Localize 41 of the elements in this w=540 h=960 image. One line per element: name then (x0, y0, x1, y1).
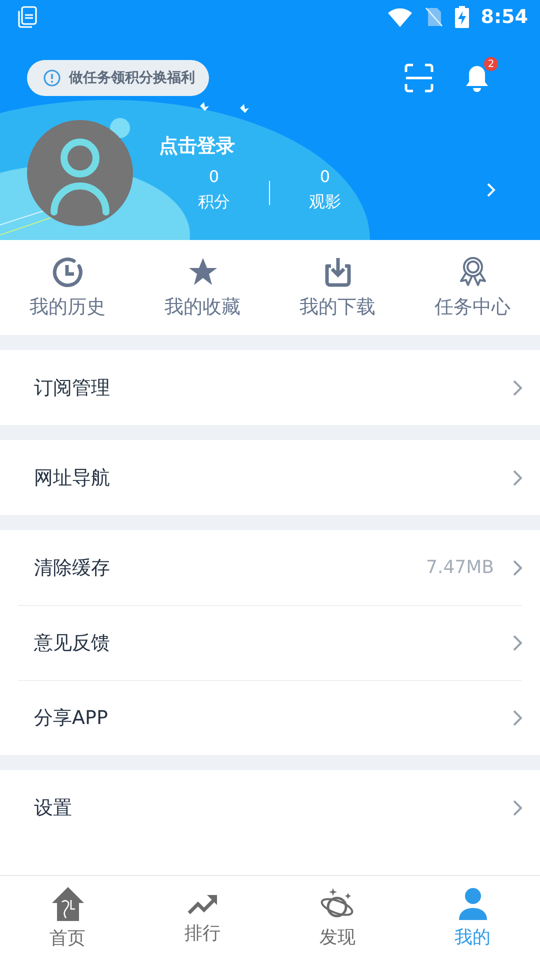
chevron-right-icon (512, 468, 522, 486)
chevron-right-icon (512, 709, 522, 727)
menu-label: 清除缓存 (34, 556, 111, 580)
chevron-right-icon (512, 798, 522, 816)
shortcut-button[interactable]: 我的下载 (270, 240, 405, 335)
shortcut-button[interactable]: 我的历史 (0, 240, 135, 335)
nav-tab[interactable]: 我的 (405, 876, 540, 960)
chevron-right-icon (512, 558, 522, 576)
notification-badge: 2 (484, 57, 498, 71)
menu-label: 订阅管理 (34, 376, 111, 400)
menu-label: 分享APP (34, 706, 109, 731)
battery-charging-icon (454, 6, 469, 28)
stat-value: 0 (320, 167, 330, 186)
menu-value: 7.47MB (426, 557, 494, 578)
shortcut-button[interactable]: 我的收藏 (135, 240, 270, 335)
star-icon (186, 256, 218, 288)
document-icon (16, 6, 38, 28)
stat-label: 观影 (309, 192, 341, 213)
status-time: 8:54 (480, 6, 528, 28)
chevron-right-icon (512, 378, 522, 396)
house-icon (50, 886, 86, 922)
chevron-right-icon[interactable] (486, 182, 496, 198)
menu-label: 网址导航 (34, 466, 111, 490)
nav-tab[interactable]: 发现 (270, 876, 405, 960)
menu-label: 设置 (34, 796, 73, 820)
stat-label: 积分 (198, 192, 230, 213)
task-hint-button[interactable]: 做任务领积分换福利 (27, 60, 209, 96)
menu-label: 意见反馈 (34, 631, 111, 656)
chevron-right-icon (512, 634, 522, 652)
stat-value: 0 (208, 167, 220, 186)
shortcut-button[interactable]: 任务中心 (405, 240, 540, 335)
nav-tab[interactable]: 排行 (135, 876, 270, 960)
info-icon (43, 69, 61, 87)
person-icon (458, 887, 488, 921)
task-hint-text: 做任务领积分换福利 (69, 69, 195, 87)
nav-tab[interactable]: 首页 (0, 876, 135, 960)
scan-icon[interactable] (404, 63, 434, 93)
clock-icon (52, 256, 84, 288)
wifi-icon (386, 7, 413, 27)
no-sim-icon (424, 7, 443, 27)
avatar-icon[interactable] (27, 120, 133, 226)
